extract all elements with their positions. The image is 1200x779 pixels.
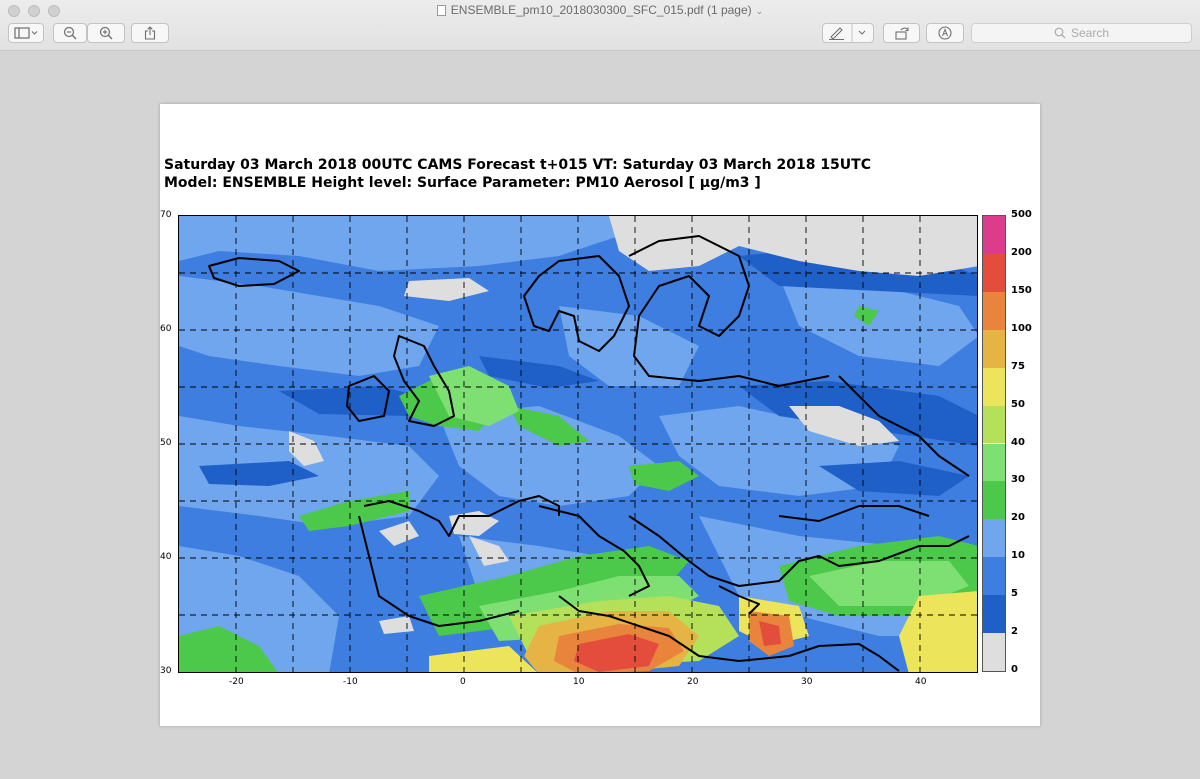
colorbar-bin bbox=[983, 367, 1005, 406]
colorbar-level-label: 500 bbox=[1011, 209, 1032, 220]
colorbar-bin bbox=[983, 519, 1005, 558]
colorbar-level-label: 0 bbox=[1011, 664, 1018, 675]
x-tick-label: 40 bbox=[915, 677, 927, 687]
pdf-document-icon bbox=[436, 5, 446, 16]
y-tick-label: 30 bbox=[160, 666, 172, 676]
rotate-icon bbox=[894, 27, 908, 40]
document-title-text: ENSEMBLE_pm10_2018030300_SFC_015.pdf (1 … bbox=[450, 3, 752, 17]
colorbar-level-label: 200 bbox=[1011, 246, 1032, 258]
chart-title-line1: Saturday 03 March 2018 00UTC CAMS Foreca… bbox=[164, 157, 871, 173]
pm10-forecast-map bbox=[178, 215, 978, 673]
y-tick-label: 70 bbox=[160, 210, 172, 220]
document-title[interactable]: ENSEMBLE_pm10_2018030300_SFC_015.pdf (1 … bbox=[0, 3, 1200, 17]
sidebar-view-button[interactable] bbox=[8, 23, 44, 43]
map-canvas bbox=[179, 216, 977, 672]
colorbar-bin bbox=[983, 481, 1005, 520]
x-tick-label: 30 bbox=[801, 677, 813, 687]
colorbar-legend bbox=[982, 215, 1006, 672]
colorbar-bin bbox=[983, 329, 1005, 368]
colorbar-level-label: 150 bbox=[1011, 284, 1032, 296]
y-tick-label: 50 bbox=[160, 438, 172, 448]
colorbar-bin bbox=[983, 291, 1005, 330]
y-tick-label: 60 bbox=[160, 324, 172, 334]
colorbar-bin bbox=[983, 595, 1005, 634]
pdf-page: Saturday 03 March 2018 00UTC CAMS Foreca… bbox=[160, 104, 1040, 726]
colorbar-level-label: 100 bbox=[1011, 322, 1032, 334]
colorbar-bin bbox=[983, 253, 1005, 292]
search-placeholder: Search bbox=[1070, 26, 1110, 40]
zoom-out-icon bbox=[63, 26, 77, 40]
colorbar-bin bbox=[983, 633, 1005, 671]
colorbar-level-label: 5 bbox=[1011, 588, 1018, 600]
share-icon bbox=[144, 26, 156, 40]
chart-title: Saturday 03 March 2018 00UTC CAMS Foreca… bbox=[164, 156, 871, 192]
colorbar-level-label: 10 bbox=[1011, 550, 1025, 562]
sidebar-icon bbox=[14, 27, 38, 39]
y-tick-label: 40 bbox=[160, 552, 172, 562]
markup-pen-icon bbox=[829, 24, 866, 42]
chevron-down-icon: ⌄ bbox=[755, 6, 764, 16]
x-tick-label: 20 bbox=[687, 677, 699, 687]
colorbar-bin bbox=[983, 405, 1005, 444]
search-icon bbox=[1054, 27, 1066, 39]
window-titlebar: ENSEMBLE_pm10_2018030300_SFC_015.pdf (1 … bbox=[0, 0, 1200, 51]
x-tick-label: -10 bbox=[343, 677, 358, 687]
markup-button[interactable] bbox=[822, 23, 874, 43]
colorbar-level-label: 75 bbox=[1011, 360, 1025, 372]
colorbar-level-label: 20 bbox=[1011, 512, 1025, 524]
zoom-in-button[interactable] bbox=[87, 23, 125, 43]
colorbar-bin bbox=[983, 557, 1005, 596]
rotate-button[interactable] bbox=[883, 23, 920, 43]
colorbar-bin bbox=[983, 443, 1005, 482]
search-input[interactable]: Search bbox=[971, 23, 1192, 43]
x-tick-label: 0 bbox=[460, 677, 466, 687]
x-tick-label: 10 bbox=[573, 677, 585, 687]
zoom-in-icon bbox=[99, 26, 113, 40]
chart-title-line2: Model: ENSEMBLE Height level: Surface Pa… bbox=[164, 175, 761, 191]
colorbar-bin bbox=[983, 216, 1005, 254]
share-button[interactable] bbox=[131, 23, 169, 43]
colorbar-level-label: 40 bbox=[1011, 436, 1025, 448]
colorbar-level-label: 30 bbox=[1011, 474, 1025, 486]
x-tick-label: -20 bbox=[229, 677, 244, 687]
zoom-out-button[interactable] bbox=[53, 23, 87, 43]
annotate-icon bbox=[938, 26, 952, 40]
colorbar-level-label: 2 bbox=[1011, 626, 1018, 638]
colorbar-level-label: 50 bbox=[1011, 398, 1025, 410]
annotate-button[interactable] bbox=[926, 23, 964, 43]
